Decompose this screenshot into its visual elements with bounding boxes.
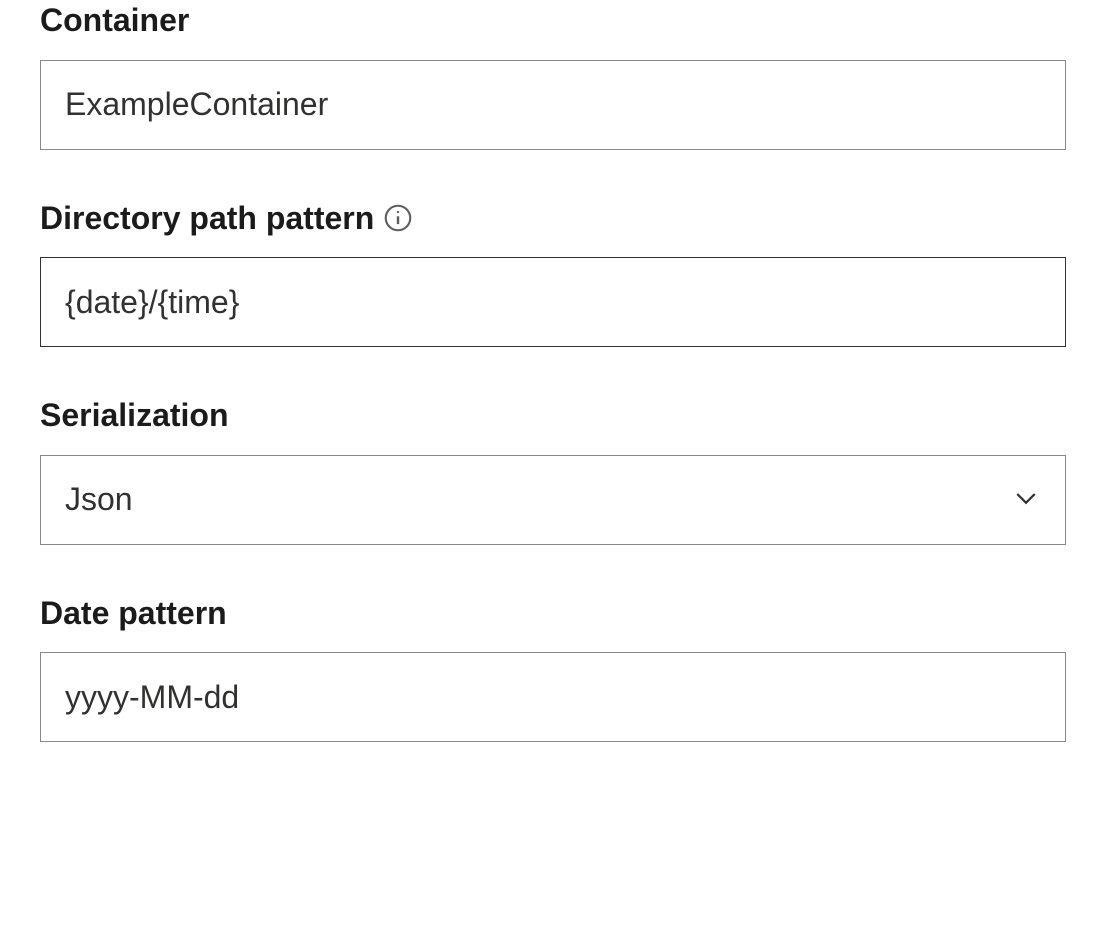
container-label: Container xyxy=(40,0,1066,42)
directory-path-pattern-label-text: Directory path pattern xyxy=(40,198,374,240)
serialization-label: Serialization xyxy=(40,395,1066,437)
directory-path-pattern-label: Directory path pattern xyxy=(40,198,1066,240)
serialization-select[interactable]: Json xyxy=(40,455,1066,545)
container-label-text: Container xyxy=(40,0,189,42)
form-container: Container Directory path pattern Seriali… xyxy=(0,0,1106,742)
info-icon[interactable] xyxy=(384,204,412,232)
serialization-select-wrapper: Json xyxy=(40,455,1066,545)
container-input[interactable] xyxy=(40,60,1066,150)
directory-path-pattern-input[interactable] xyxy=(40,257,1066,347)
date-pattern-input[interactable] xyxy=(40,652,1066,742)
serialization-label-text: Serialization xyxy=(40,395,229,437)
serialization-field-group: Serialization Json xyxy=(40,395,1066,545)
date-pattern-label: Date pattern xyxy=(40,593,1066,635)
date-pattern-label-text: Date pattern xyxy=(40,593,227,635)
directory-path-pattern-field-group: Directory path pattern xyxy=(40,198,1066,348)
date-pattern-field-group: Date pattern xyxy=(40,593,1066,743)
container-field-group: Container xyxy=(40,0,1066,150)
